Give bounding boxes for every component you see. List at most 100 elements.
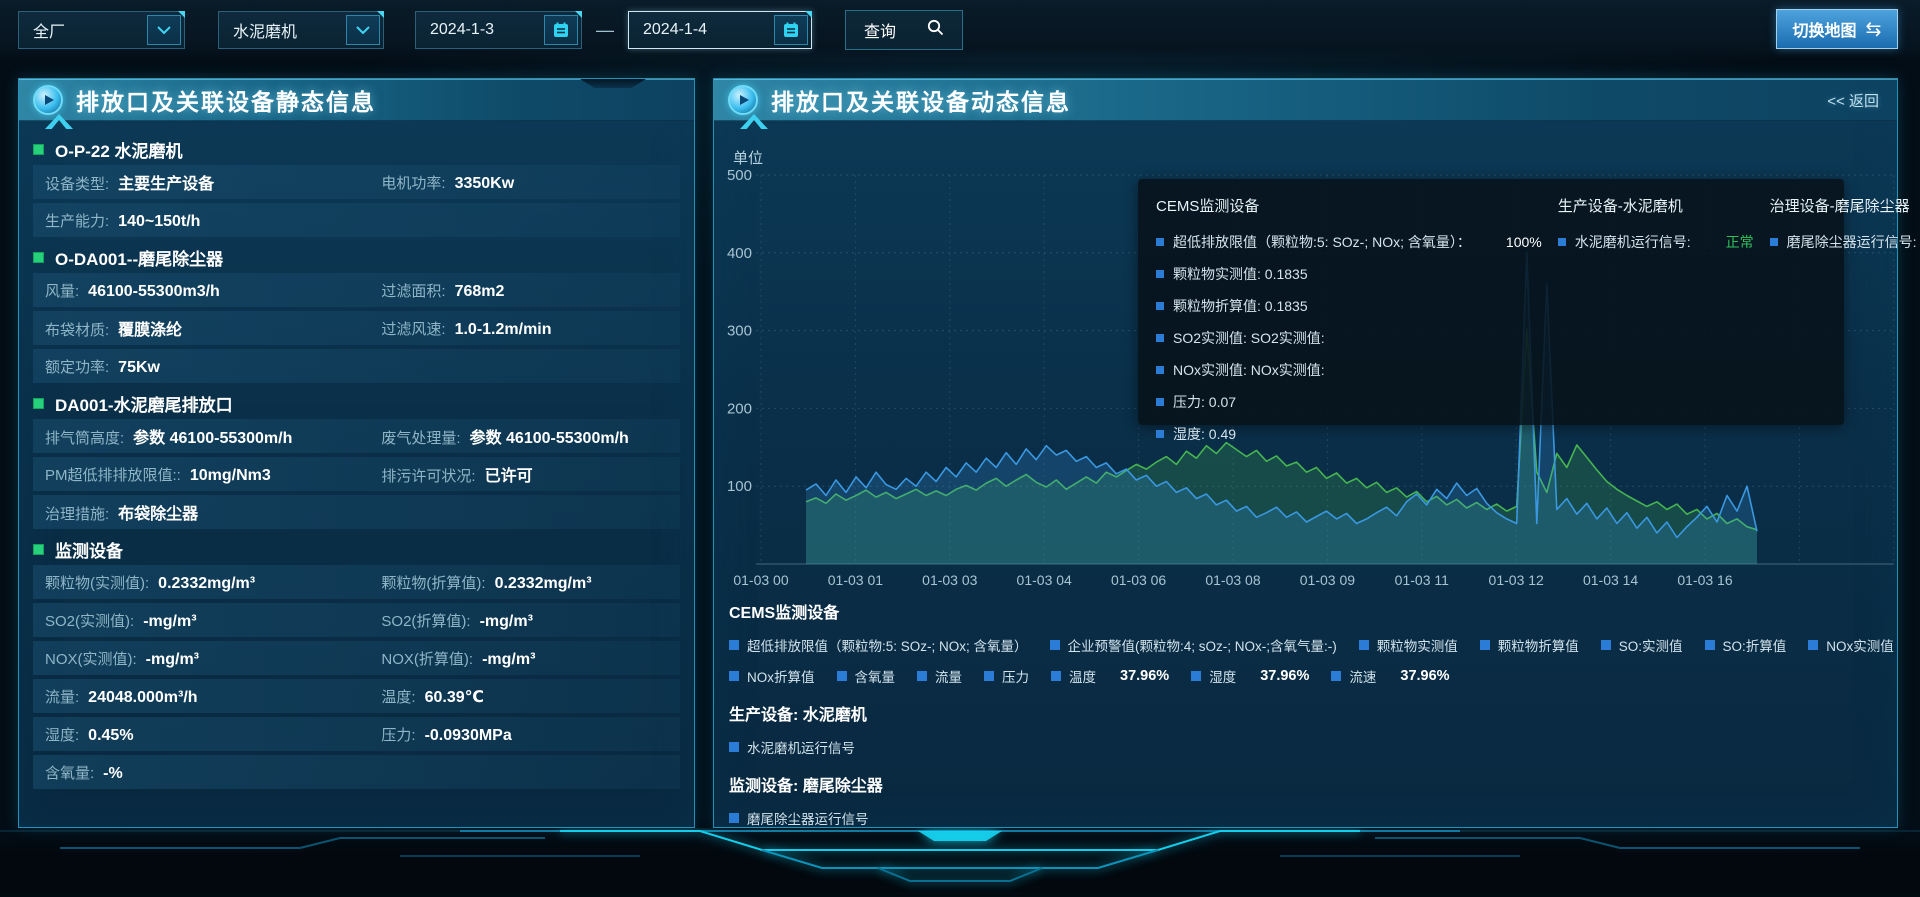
info-row: 额定功率:75Kw: [33, 349, 680, 383]
legend-label: 颗粒物折算值: [1498, 635, 1579, 655]
tooltip-item-label: 颗粒物折算值: 0.1835: [1173, 296, 1308, 316]
tooltip-column: 生产设备-水泥磨机水泥磨机运行信号:正常: [1558, 195, 1770, 409]
date-start-input[interactable]: 2024-1-3: [415, 11, 582, 49]
back-link[interactable]: << 返回: [1827, 90, 1879, 111]
legend-item[interactable]: NOx折算值: [729, 666, 815, 686]
tooltip-marker-icon: [1156, 398, 1164, 406]
tooltip-item: 颗粒物实测值: 0.1835: [1156, 264, 1542, 284]
legend-item[interactable]: 压力: [984, 666, 1029, 686]
legend-group-title: 生产设备: 水泥磨机: [729, 701, 1885, 725]
svg-text:500: 500: [727, 169, 752, 184]
info-cell: 颗粒物(折算值):0.2332mg/m³: [381, 572, 668, 593]
svg-text:01-03 16: 01-03 16: [1677, 572, 1732, 588]
tooltip-column-title: CEMS监测设备: [1156, 195, 1542, 216]
legend-item[interactable]: SO:折算值: [1705, 635, 1787, 655]
calendar-icon[interactable]: [544, 15, 578, 45]
date-end-value: 2024-1-4: [643, 21, 707, 39]
info-row: 颗粒物(实测值):0.2332mg/m³颗粒物(折算值):0.2332mg/m³: [33, 565, 680, 599]
legend-item[interactable]: 水泥磨机运行信号: [729, 737, 855, 757]
legend-item[interactable]: SO:实测值: [1601, 635, 1683, 655]
tooltip-marker-icon: [1156, 334, 1164, 342]
legend-item[interactable]: 磨尾除尘器运行信号: [729, 808, 869, 828]
dynamic-panel-header: 排放口及关联设备动态信息 << 返回: [714, 79, 1897, 121]
section-title: O-P-22 水泥磨机: [55, 137, 183, 162]
legend-group-title: CEMS监测设备: [729, 599, 1885, 623]
info-row: 排气筒高度:参数 46100-55300m/h废气处理量:参数 46100-55…: [33, 419, 680, 453]
legend-row: 磨尾除尘器运行信号: [729, 808, 1885, 828]
legend-label: 超低排放限值（颗粒物:5: SOz-; NOx; 含氧量）: [747, 635, 1028, 655]
tooltip-item-label: 水泥磨机运行信号:: [1575, 232, 1691, 252]
legend-item[interactable]: 企业预警值(颗粒物:4; sOz-; NOx-;含氧气量:-): [1050, 635, 1337, 655]
legend-item[interactable]: NOx实测值: [1808, 635, 1894, 655]
legend-item[interactable]: 温度 37.96%: [1051, 666, 1169, 686]
legend-item[interactable]: 颗粒物实测值: [1359, 635, 1458, 655]
tooltip-item: 颗粒物折算值: 0.1835: [1156, 296, 1542, 316]
tooltip-marker-icon: [1156, 238, 1164, 246]
field-label: 湿度:: [45, 724, 79, 745]
legend-item[interactable]: 超低排放限值（颗粒物:5: SOz-; NOx; 含氧量）: [729, 635, 1028, 655]
field-label: SO2(折算值):: [381, 610, 470, 631]
tooltip-item: 压力: 0.07: [1156, 392, 1542, 412]
info-cell: 温度:60.39℃: [381, 686, 668, 707]
legend-group-title: 监测设备: 磨尾除尘器: [729, 772, 1885, 796]
field-value: 75Kw: [118, 359, 160, 377]
legend-marker-icon: [1808, 640, 1818, 650]
field-label: 电机功率:: [381, 172, 445, 193]
legend-group: CEMS监测设备超低排放限值（颗粒物:5: SOz-; NOx; 含氧量） 企业预…: [729, 599, 1885, 686]
field-value: 46100-55300m3/h: [88, 283, 220, 301]
chevron-down-icon[interactable]: [346, 15, 380, 45]
legend-label: 温度: [1069, 666, 1096, 686]
date-end-input[interactable]: 2024-1-4: [628, 11, 812, 49]
field-value: 参数 46100-55300m/h: [470, 424, 629, 448]
dynamic-panel-title: 排放口及关联设备动态信息: [771, 83, 1071, 117]
field-label: 排气筒高度:: [45, 427, 124, 448]
legend-item[interactable]: 含氧量: [837, 666, 896, 686]
field-value: 已许可: [485, 462, 533, 486]
field-value: 1.0-1.2m/min: [455, 321, 552, 339]
svg-text:01-03 14: 01-03 14: [1583, 572, 1638, 588]
field-label: 治理措施:: [45, 503, 109, 524]
field-label: 过滤面积:: [381, 280, 445, 301]
info-cell: NOX(折算值):-mg/m³: [381, 648, 668, 669]
calendar-icon[interactable]: [774, 15, 808, 45]
query-button[interactable]: 查询: [845, 10, 963, 50]
dashboard-background: { "topbar": { "plant_select": "全厂", "dev…: [0, 0, 1920, 892]
tooltip-item-label: 湿度: 0.49: [1173, 424, 1236, 444]
plant-select[interactable]: 全厂: [18, 11, 185, 49]
info-cell: 电机功率:3350Kw: [381, 172, 668, 193]
device-select[interactable]: 水泥磨机: [218, 11, 384, 49]
static-panel-header: 排放口及关联设备静态信息: [19, 79, 694, 121]
field-value: -%: [103, 765, 123, 783]
field-value: 140~150t/h: [118, 213, 200, 231]
svg-text:400: 400: [727, 245, 752, 262]
switch-map-button[interactable]: 切换地图 ⇆: [1776, 9, 1898, 49]
field-label: 压力:: [381, 724, 415, 745]
dynamic-info-panel: 排放口及关联设备动态信息 << 返回 单位 10020030040050001-…: [713, 78, 1898, 828]
legend-item[interactable]: 流量: [917, 666, 962, 686]
info-row: 流量:24048.000m³/h温度:60.39℃: [33, 679, 680, 713]
field-label: 含氧量:: [45, 762, 94, 783]
legend-marker-icon: [1705, 640, 1715, 650]
legend-item[interactable]: 颗粒物折算值: [1480, 635, 1579, 655]
tooltip-marker-icon: [1558, 238, 1566, 246]
svg-text:01-03 09: 01-03 09: [1300, 572, 1355, 588]
info-row: 湿度:0.45%压力:-0.0930MPa: [33, 717, 680, 751]
info-cell: 排污许可状况:已许可: [381, 462, 668, 486]
field-label: 布袋材质:: [45, 319, 109, 340]
chevron-down-icon[interactable]: [147, 15, 181, 45]
legend-label: 流速: [1349, 666, 1376, 686]
legend-item[interactable]: 流速37.96%: [1331, 666, 1449, 686]
field-value: 布袋除尘器: [118, 500, 198, 524]
info-cell: 压力: -0.0930MPa: [381, 724, 668, 745]
legend-label: 水泥磨机运行信号: [747, 737, 855, 757]
svg-text:01-03 04: 01-03 04: [1017, 572, 1072, 588]
legend-item[interactable]: 湿度37.96%: [1191, 666, 1309, 686]
legend-marker-icon: [729, 813, 739, 823]
footer-decoration: [0, 828, 1920, 892]
field-value: 24048.000m³/h: [88, 689, 197, 707]
legend-value: 37.96%: [1120, 668, 1169, 684]
field-label: 温度:: [381, 686, 415, 707]
field-value: -0.0930MPa: [425, 727, 512, 745]
svg-text:100: 100: [727, 478, 752, 495]
info-row: 设备类型:主要生产设备电机功率:3350Kw: [33, 165, 680, 199]
